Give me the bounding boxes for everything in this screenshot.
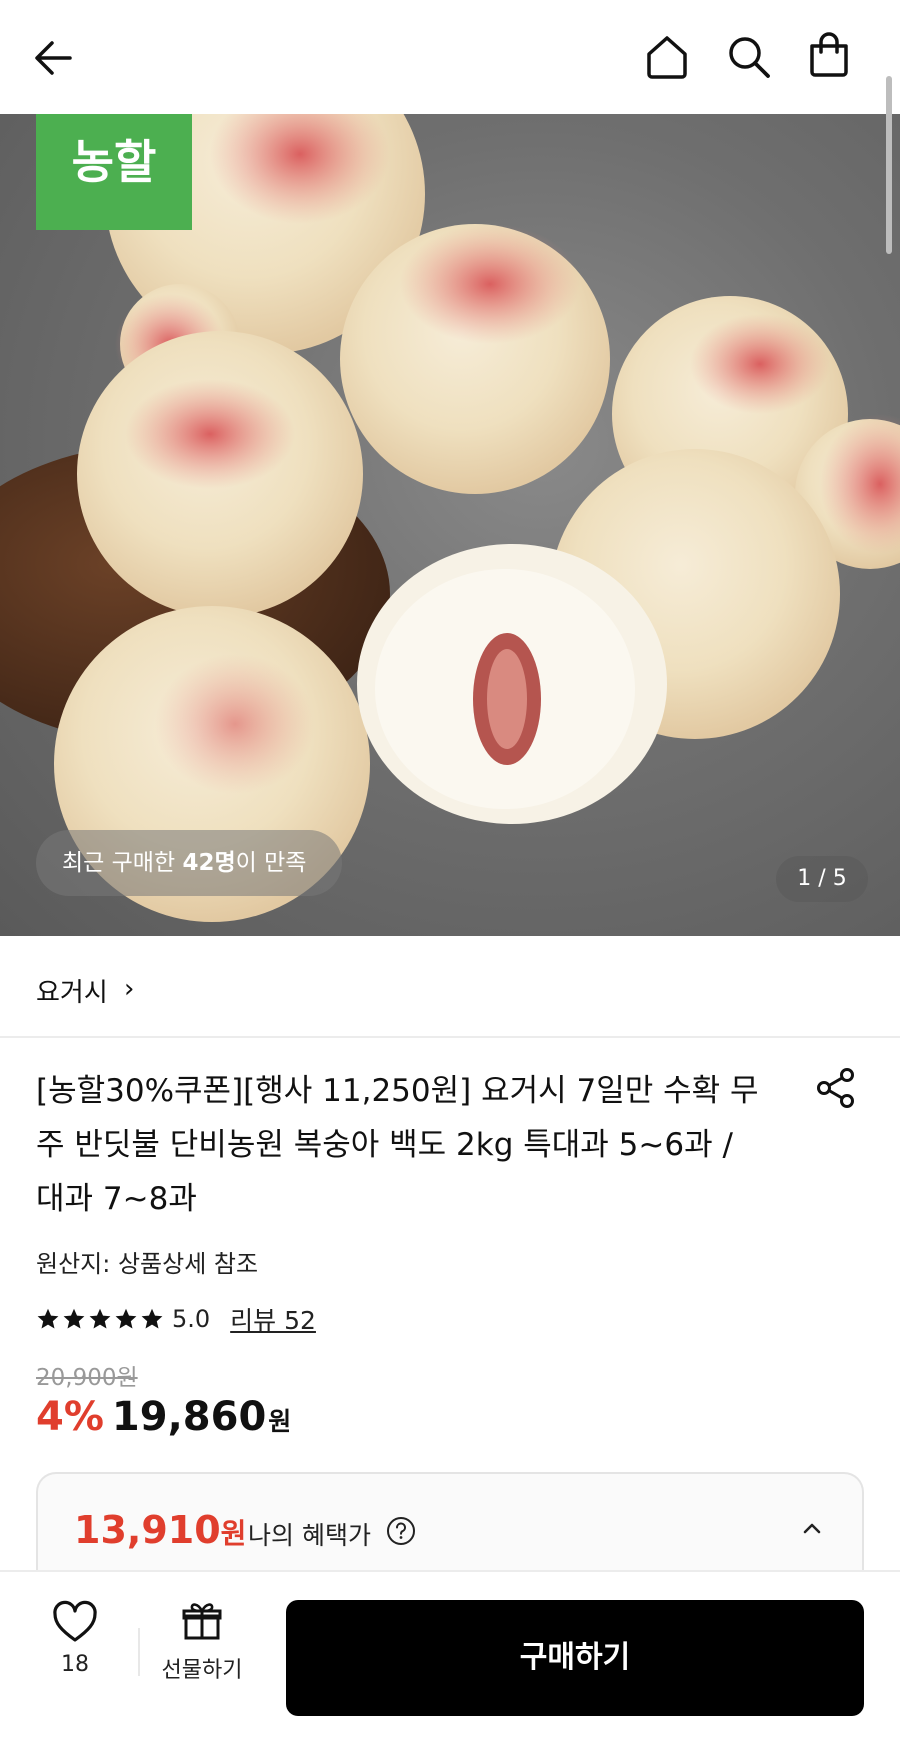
store-name: 요거시 bbox=[36, 978, 108, 1008]
bottom-action-bar: 18 선물하기 구매하기 bbox=[0, 1570, 900, 1741]
store-link[interactable]: 요거시 › bbox=[0, 936, 900, 1038]
price-unit: 원 bbox=[268, 1407, 292, 1436]
gift-button[interactable]: 선물하기 bbox=[156, 1600, 248, 1684]
gift-label: 선물하기 bbox=[161, 1658, 243, 1683]
arrow-left-icon[interactable] bbox=[30, 34, 78, 82]
star-rating bbox=[36, 1307, 164, 1331]
product-image-carousel[interactable]: 농할 최근 구매한 42명이 만족 1 / 5 bbox=[0, 114, 900, 936]
price-row: 4% 19,860 원 bbox=[36, 1394, 291, 1440]
product-title: [농할30%쿠폰][행사 11,250원] 요거시 7일만 수확 무주 반딧불 … bbox=[36, 1073, 759, 1217]
share-icon[interactable] bbox=[814, 1066, 858, 1110]
scrollbar[interactable] bbox=[886, 76, 892, 254]
star-icon bbox=[63, 1308, 85, 1329]
benefit-label: 나의 혜택가 bbox=[248, 1521, 371, 1550]
shopping-bag-icon[interactable] bbox=[804, 30, 854, 80]
review-suffix: 이 만족 bbox=[235, 850, 307, 876]
question-circle-icon[interactable] bbox=[386, 1516, 416, 1546]
like-button[interactable]: 18 bbox=[44, 1600, 106, 1677]
rating-row: 5.0 리뷰 52 bbox=[36, 1302, 316, 1336]
discount-rate: 4% bbox=[36, 1394, 104, 1440]
image-counter: 1 / 5 bbox=[776, 856, 868, 902]
rating-score: 5.0 bbox=[172, 1305, 211, 1333]
sale-price: 19,860 bbox=[111, 1394, 267, 1440]
chevron-right-icon: › bbox=[124, 974, 135, 1004]
like-count: 18 bbox=[61, 1652, 89, 1677]
brand-badge: 농할 bbox=[36, 114, 192, 230]
benefit-price: 13,910원 bbox=[74, 1508, 246, 1552]
chevron-up-icon[interactable] bbox=[798, 1514, 826, 1542]
star-icon bbox=[37, 1308, 59, 1329]
benefit-price-unit: 원 bbox=[220, 1517, 247, 1550]
star-icon bbox=[141, 1308, 163, 1329]
peaches-photo bbox=[0, 114, 900, 922]
divider bbox=[138, 1628, 140, 1676]
heart-icon bbox=[53, 1600, 97, 1642]
review-prefix: 최근 구매한 bbox=[62, 850, 183, 876]
benefit-price-value: 13,910 bbox=[74, 1508, 221, 1552]
star-icon bbox=[89, 1308, 111, 1329]
buy-button[interactable]: 구매하기 bbox=[286, 1600, 864, 1716]
search-icon[interactable] bbox=[724, 32, 774, 82]
review-count: 42명 bbox=[182, 850, 236, 876]
star-icon bbox=[115, 1308, 137, 1329]
gift-icon bbox=[182, 1603, 222, 1640]
top-bar bbox=[0, 0, 900, 114]
home-icon[interactable] bbox=[642, 32, 692, 82]
review-satisfaction-pill: 최근 구매한 42명이 만족 bbox=[36, 830, 343, 896]
reviews-link[interactable]: 리뷰 52 bbox=[230, 1301, 316, 1337]
origin-info: 원산지: 상품상세 참조 bbox=[36, 1250, 259, 1278]
original-price: 20,900원 bbox=[36, 1365, 138, 1391]
